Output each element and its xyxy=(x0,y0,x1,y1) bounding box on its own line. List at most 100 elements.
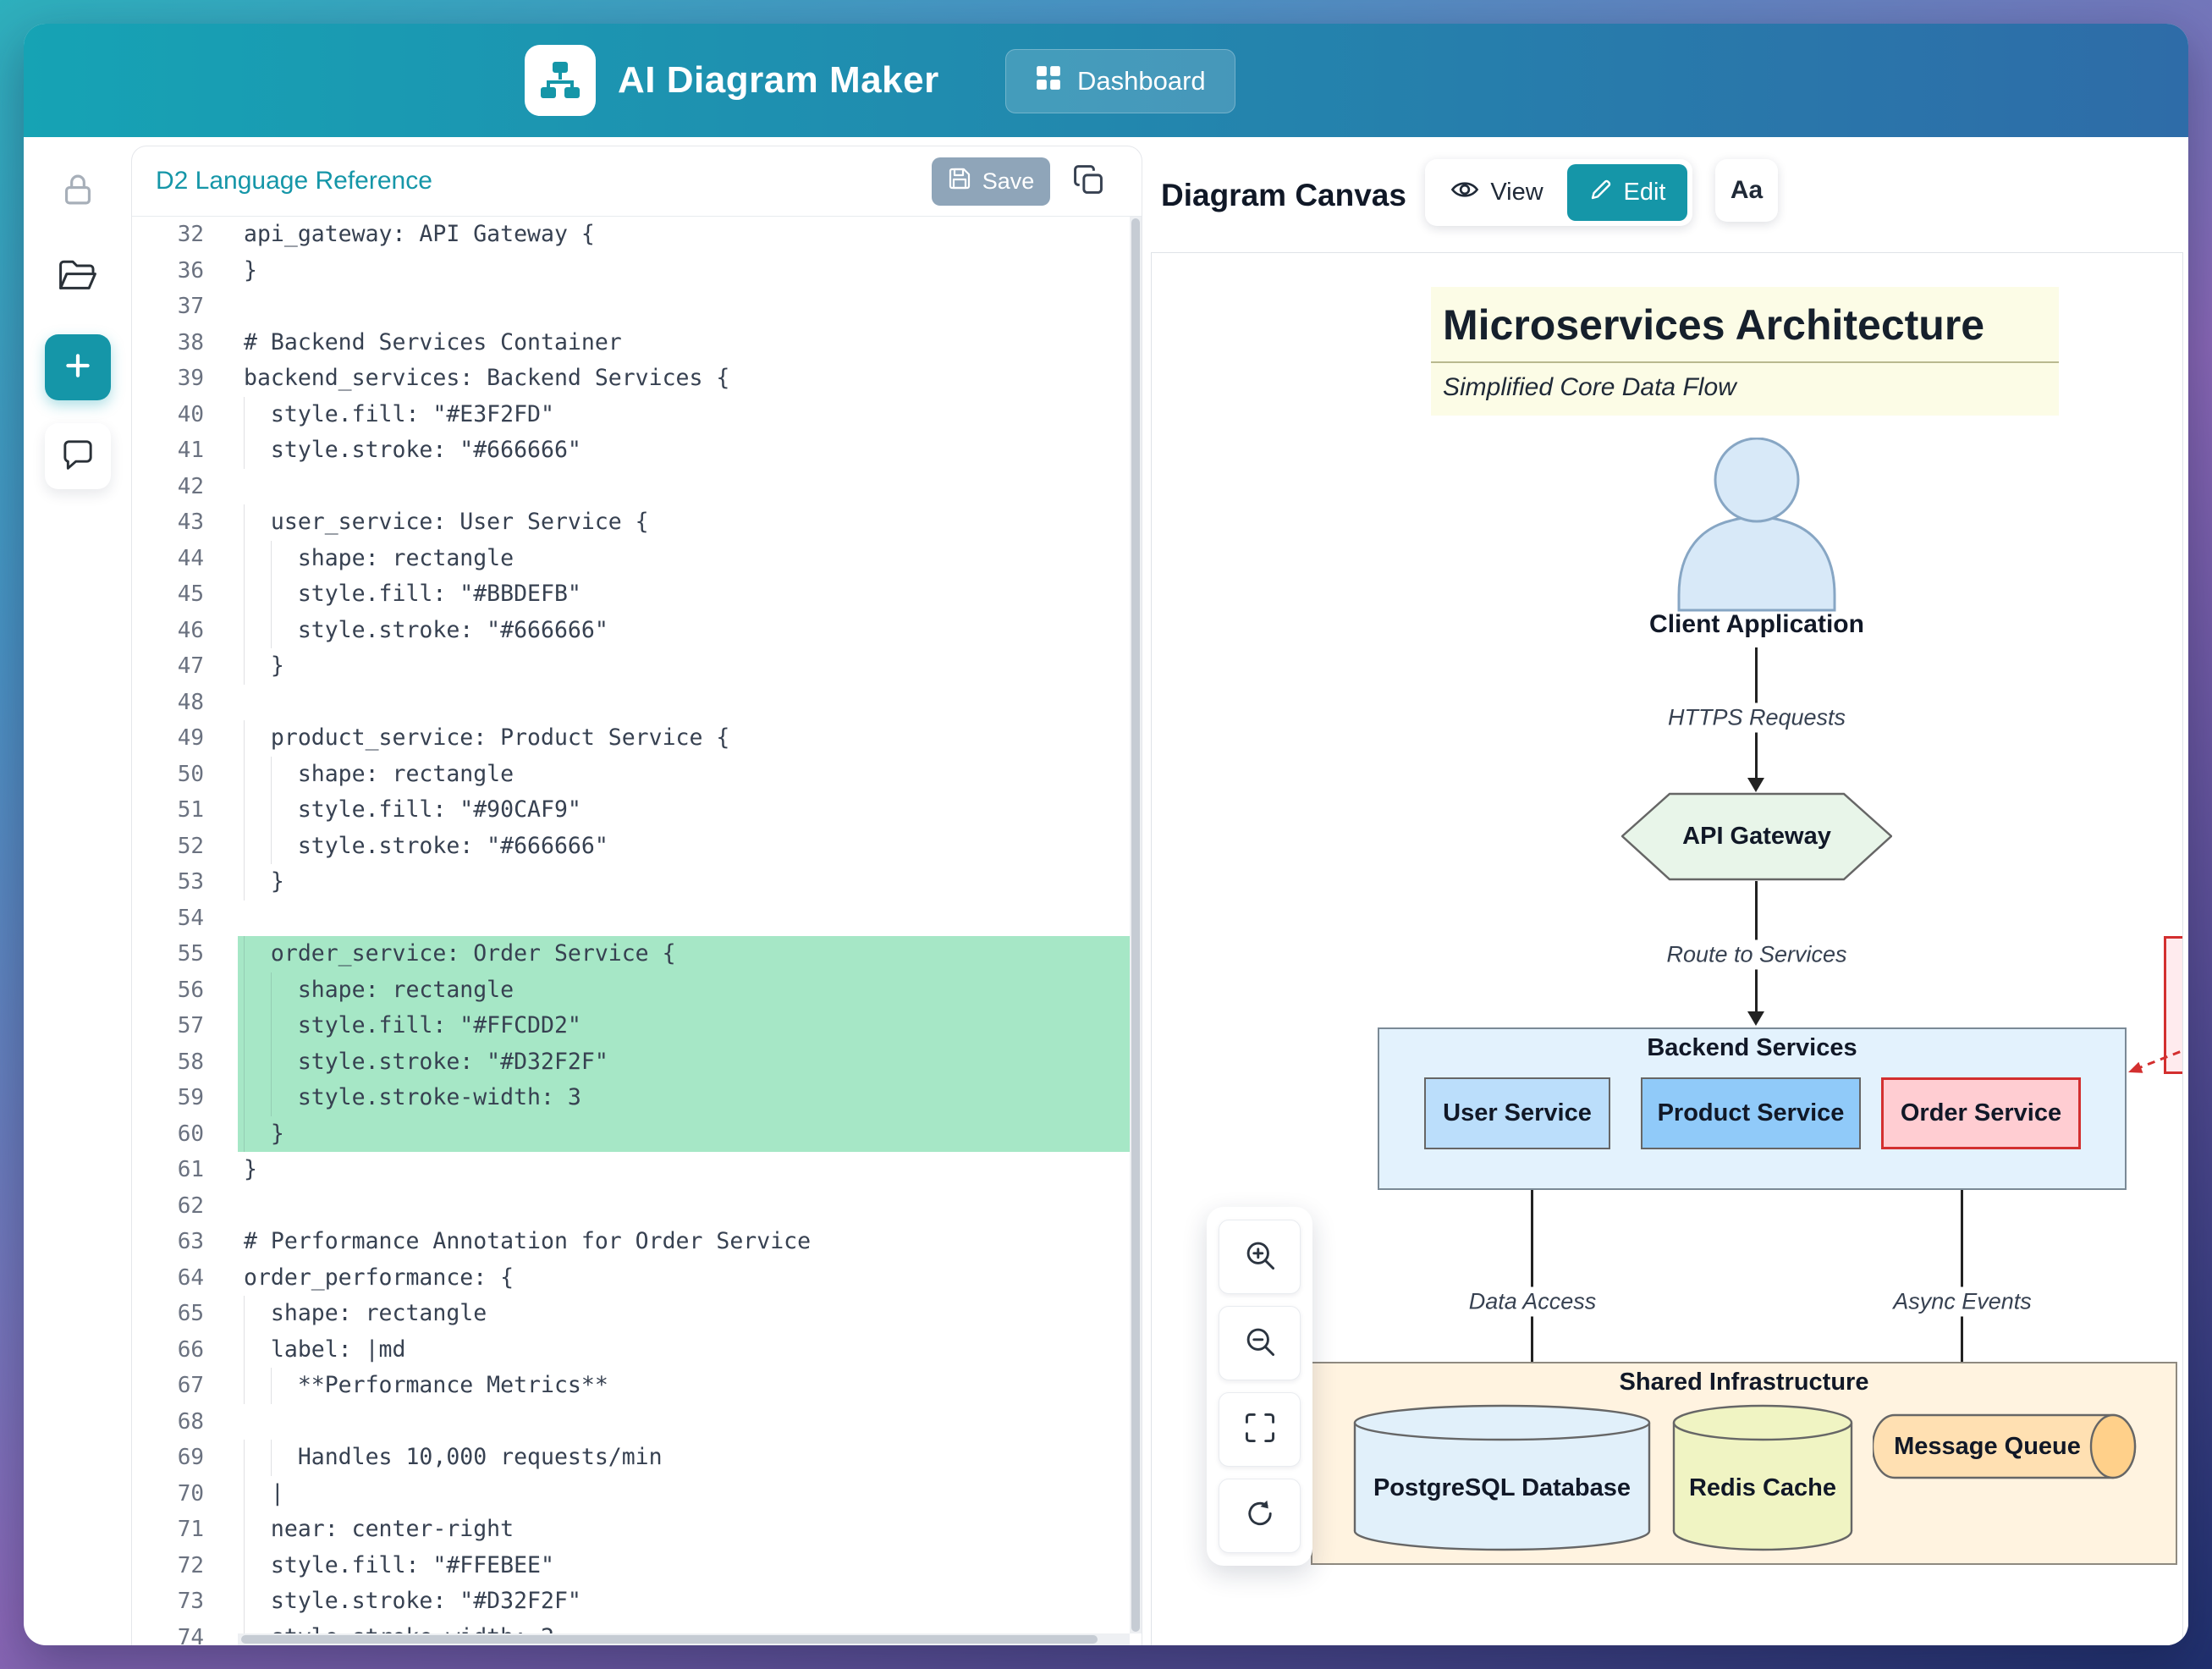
line-number: 38 xyxy=(132,325,238,361)
code-line[interactable]: 58 style.stroke: "#D32F2F" xyxy=(132,1044,1130,1081)
code-line[interactable]: 52 style.stroke: "#666666" xyxy=(132,829,1130,865)
code-line[interactable]: 64order_performance: { xyxy=(132,1260,1130,1297)
code-line[interactable]: 61} xyxy=(132,1152,1130,1188)
code-line[interactable]: 65 shape: rectangle xyxy=(132,1296,1130,1332)
code-text: shape: rectangle xyxy=(238,541,1130,577)
add-diagram-button[interactable] xyxy=(45,334,111,400)
code-text: style.stroke: "#666666" xyxy=(238,432,1130,469)
line-number: 66 xyxy=(132,1332,238,1369)
dashboard-button[interactable]: Dashboard xyxy=(1005,49,1235,113)
font-settings-button[interactable]: Aa xyxy=(1715,159,1778,222)
code-line[interactable]: 67 **Performance Metrics** xyxy=(132,1368,1130,1404)
code-line[interactable]: 69 Handles 10,000 requests/min xyxy=(132,1440,1130,1476)
code-line[interactable]: 53 } xyxy=(132,864,1130,901)
vertical-scroll-thumb[interactable] xyxy=(1131,218,1140,1632)
line-number: 36 xyxy=(132,253,238,289)
code-line[interactable]: 41 style.stroke: "#666666" xyxy=(132,432,1130,469)
edge-label-route: Route to Services xyxy=(1658,940,1855,970)
zoom-in-button[interactable] xyxy=(1219,1220,1301,1294)
code-line[interactable]: 68 xyxy=(132,1404,1130,1440)
code-line[interactable]: 45 style.fill: "#BBDEFB" xyxy=(132,576,1130,613)
line-number: 40 xyxy=(132,397,238,433)
code-line[interactable]: 50 shape: rectangle xyxy=(132,757,1130,793)
line-number: 52 xyxy=(132,829,238,865)
code-line[interactable]: 54 xyxy=(132,901,1130,937)
code-line[interactable]: 51 style.fill: "#90CAF9" xyxy=(132,792,1130,829)
copy-icon xyxy=(1073,164,1103,199)
code-text: } xyxy=(238,1116,1130,1153)
code-text: style.stroke: "#D32F2F" xyxy=(238,1044,1130,1081)
eye-icon xyxy=(1450,177,1479,209)
fit-screen-button[interactable] xyxy=(1219,1392,1301,1467)
code-line[interactable]: 73 style.stroke: "#D32F2F" xyxy=(132,1584,1130,1620)
code-line[interactable]: 59 style.stroke-width: 3 xyxy=(132,1080,1130,1116)
code-text: style.fill: "#FFCDD2" xyxy=(238,1008,1130,1044)
code-text: style.stroke: "#666666" xyxy=(238,829,1130,865)
save-button[interactable]: Save xyxy=(932,157,1050,206)
code-line[interactable]: 63# Performance Annotation for Order Ser… xyxy=(132,1224,1130,1260)
code-line[interactable]: 49 product_service: Product Service { xyxy=(132,720,1130,757)
editor-header: D2 Language Reference Save xyxy=(132,146,1142,217)
code-text: # Backend Services Container xyxy=(238,325,1130,361)
code-line[interactable]: 40 style.fill: "#E3F2FD" xyxy=(132,397,1130,433)
horizontal-scroll-thumb[interactable] xyxy=(241,1635,1098,1644)
code-line[interactable]: 42 xyxy=(132,469,1130,505)
code-text: Handles 10,000 requests/min xyxy=(238,1440,1130,1476)
postgresql-label: PostgreSQL Database xyxy=(1353,1404,1651,1551)
code-line[interactable]: 57 style.fill: "#FFCDD2" xyxy=(132,1008,1130,1044)
code-line[interactable]: 62 xyxy=(132,1188,1130,1225)
editor-vertical-scrollbar[interactable] xyxy=(1130,217,1142,1633)
chat-button[interactable] xyxy=(45,423,111,489)
code-text: } xyxy=(238,1152,1130,1188)
code-line[interactable]: 44 shape: rectangle xyxy=(132,541,1130,577)
editor-horizontal-scrollbar[interactable] xyxy=(238,1633,1130,1645)
files-button[interactable] xyxy=(58,257,98,299)
code-line[interactable]: 43 user_service: User Service { xyxy=(132,504,1130,541)
edge-label-async-events: Async Events xyxy=(1885,1287,2040,1317)
code-text: shape: rectangle xyxy=(238,1296,1130,1332)
diagram-subtitle: Simplified Core Data Flow xyxy=(1431,363,2059,416)
code-line[interactable]: 47 } xyxy=(132,648,1130,685)
line-number: 74 xyxy=(132,1620,238,1646)
view-button[interactable]: View xyxy=(1430,164,1564,221)
refresh-icon xyxy=(1243,1497,1277,1535)
code-line[interactable]: 71 near: center-right xyxy=(132,1512,1130,1548)
code-line[interactable]: 36} xyxy=(132,253,1130,289)
code-line[interactable]: 55 order_service: Order Service { xyxy=(132,936,1130,972)
backend-services-label: Backend Services xyxy=(1379,1034,2125,1062)
code-line[interactable]: 39backend_services: Backend Services { xyxy=(132,361,1130,397)
app-window: AI Diagram Maker Dashboard xyxy=(24,24,2188,1645)
diagram-canvas[interactable]: Microservices Architecture Simplified Co… xyxy=(1151,252,2183,1645)
code-text xyxy=(238,1404,1130,1440)
diagram-title-block: Microservices Architecture Simplified Co… xyxy=(1431,287,2059,416)
copy-code-button[interactable] xyxy=(1068,161,1109,201)
client-application-node xyxy=(1665,438,1848,614)
code-text: style.stroke-width: 3 xyxy=(238,1080,1130,1116)
code-line[interactable]: 60 } xyxy=(132,1116,1130,1153)
code-text: # Performance Annotation for Order Servi… xyxy=(238,1224,1130,1260)
edit-button[interactable]: Edit xyxy=(1567,164,1687,221)
diagram-canvas-panel: Diagram Canvas View Edit xyxy=(1142,137,2188,1645)
refresh-button[interactable] xyxy=(1219,1479,1301,1553)
zoom-out-button[interactable] xyxy=(1219,1306,1301,1380)
code-line[interactable]: 72 style.fill: "#FFEBEE" xyxy=(132,1548,1130,1584)
left-rail xyxy=(24,137,131,1645)
code-text: } xyxy=(238,864,1130,901)
code-text: label: |md xyxy=(238,1332,1130,1369)
line-number: 60 xyxy=(132,1116,238,1153)
code-area[interactable]: 32api_gateway: API Gateway {36}3738# Bac… xyxy=(132,217,1130,1645)
code-text xyxy=(238,901,1130,937)
lock-button[interactable] xyxy=(59,171,96,212)
code-line[interactable]: 56 shape: rectangle xyxy=(132,972,1130,1009)
code-line[interactable]: 38# Backend Services Container xyxy=(132,325,1130,361)
code-line[interactable]: 37 xyxy=(132,289,1130,325)
code-line[interactable]: 66 label: |md xyxy=(132,1332,1130,1369)
app-logo: AI Diagram Maker xyxy=(525,45,939,116)
code-line[interactable]: 70 | xyxy=(132,1476,1130,1512)
user-service-node: User Service xyxy=(1424,1077,1610,1149)
code-line[interactable]: 46 style.stroke: "#666666" xyxy=(132,613,1130,649)
code-line[interactable]: 48 xyxy=(132,685,1130,721)
code-text: style.stroke: "#666666" xyxy=(238,613,1130,649)
code-line[interactable]: 32api_gateway: API Gateway { xyxy=(132,217,1130,253)
line-number: 61 xyxy=(132,1152,238,1188)
